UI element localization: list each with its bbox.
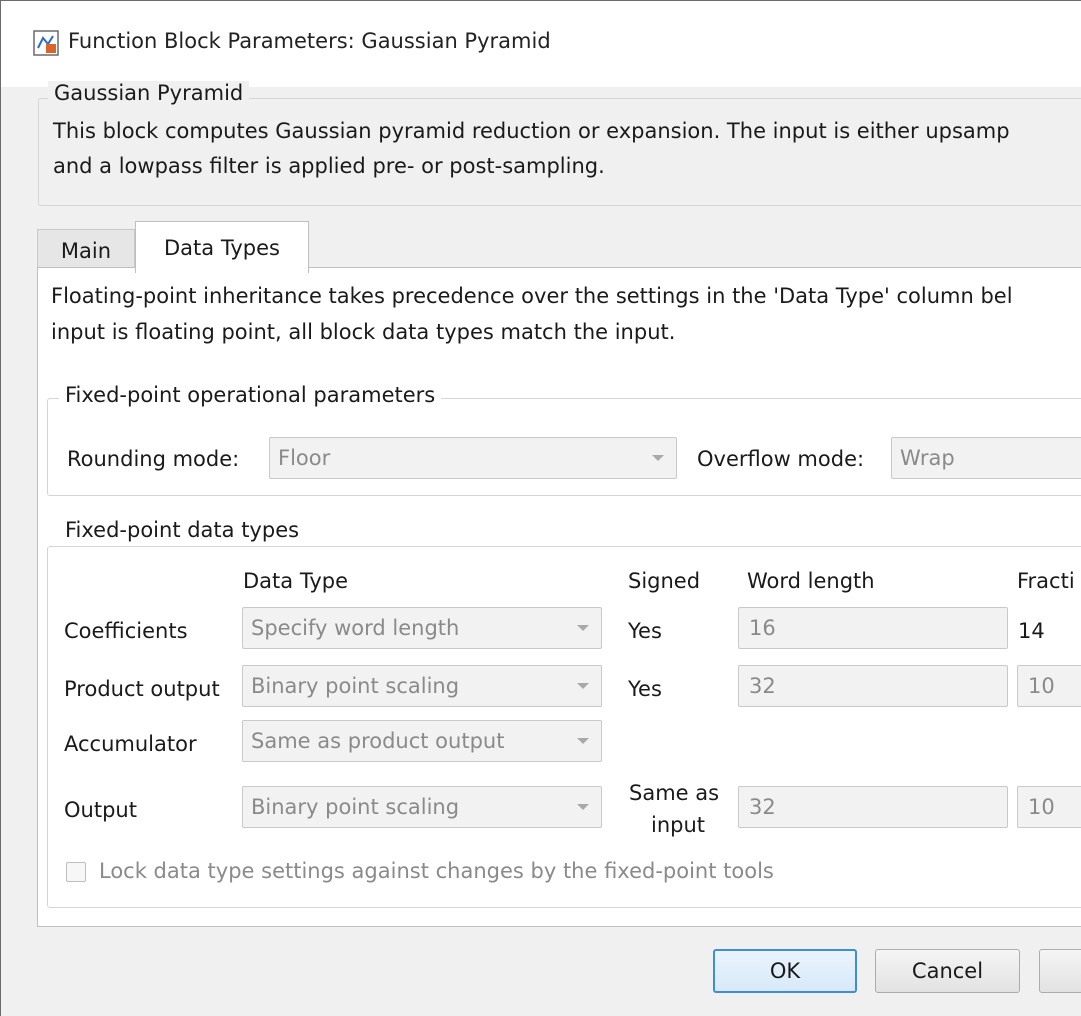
coefficients-word-length-field[interactable]: 16 — [738, 607, 1008, 649]
lock-data-types-label: Lock data type settings against changes … — [99, 859, 774, 883]
row-label-accumulator: Accumulator — [64, 732, 197, 756]
rounding-mode-label: Rounding mode: — [67, 447, 240, 471]
output-word-length-field[interactable]: 32 — [738, 786, 1008, 828]
coefficients-data-type-value: Specify word length — [251, 616, 460, 640]
data-types-group-title: Fixed-point data types — [59, 518, 306, 542]
product-output-signed: Yes — [628, 677, 662, 701]
inheritance-note-line1: Floating-point inheritance takes precede… — [51, 284, 1013, 308]
chevron-down-icon — [577, 804, 589, 810]
coefficients-signed: Yes — [628, 619, 662, 643]
accumulator-data-type-select[interactable]: Same as product output — [242, 720, 602, 762]
lock-data-types-checkbox[interactable] — [66, 862, 86, 882]
overflow-mode-value: Wrap — [900, 446, 955, 470]
coefficients-fraction-length: 14 — [1018, 619, 1045, 643]
block-description-line1: This block computes Gaussian pyramid red… — [53, 119, 1010, 143]
row-label-product-output: Product output — [64, 677, 220, 701]
product-output-fraction-length-field[interactable]: 10 — [1017, 665, 1081, 707]
product-output-data-type-select[interactable]: Binary point scaling — [242, 665, 602, 707]
simulink-block-icon — [33, 30, 59, 56]
chevron-down-icon — [577, 683, 589, 689]
chevron-down-icon — [577, 625, 589, 631]
inheritance-note-line2: input is floating point, all block data … — [51, 320, 676, 344]
chevron-down-icon — [577, 738, 589, 744]
row-label-coefficients: Coefficients — [64, 619, 188, 643]
tab-data-types[interactable]: Data Types — [135, 221, 309, 273]
header-data-type: Data Type — [243, 569, 349, 593]
header-fraction-length: Fracti — [1017, 569, 1075, 593]
block-description-group — [38, 98, 1081, 206]
overflow-mode-label: Overflow mode: — [697, 447, 865, 471]
cancel-button[interactable]: Cancel — [875, 949, 1020, 993]
coefficients-data-type-select[interactable]: Specify word length — [242, 607, 602, 649]
output-fraction-length-field[interactable]: 10 — [1017, 786, 1081, 828]
tab-main[interactable]: Main — [37, 229, 135, 271]
output-signed-line1: Same as — [629, 781, 720, 805]
chevron-down-icon — [652, 455, 664, 461]
block-description-line2: and a lowpass filter is applied pre- or … — [53, 154, 605, 178]
product-output-data-type-value: Binary point scaling — [251, 674, 460, 698]
header-word-length: Word length — [747, 569, 875, 593]
title-bar: Function Block Parameters: Gaussian Pyra… — [1, 1, 1081, 87]
row-label-output: Output — [64, 798, 137, 822]
rounding-mode-select[interactable]: Floor — [269, 437, 677, 479]
output-signed-line2: input — [651, 813, 706, 837]
help-button[interactable] — [1039, 949, 1081, 993]
operational-group-title: Fixed-point operational parameters — [59, 383, 442, 407]
rounding-mode-value: Floor — [278, 446, 331, 470]
output-data-type-select[interactable]: Binary point scaling — [242, 786, 602, 828]
overflow-mode-select[interactable]: Wrap — [891, 437, 1081, 479]
ok-button[interactable]: OK — [713, 949, 857, 993]
output-data-type-value: Binary point scaling — [251, 795, 460, 819]
window-title: Function Block Parameters: Gaussian Pyra… — [68, 29, 551, 53]
accumulator-data-type-value: Same as product output — [251, 729, 505, 753]
header-signed: Signed — [628, 569, 701, 593]
block-group-title: Gaussian Pyramid — [48, 81, 250, 105]
product-output-word-length-field[interactable]: 32 — [738, 665, 1008, 707]
dialog-window: Function Block Parameters: Gaussian Pyra… — [0, 0, 1081, 1016]
